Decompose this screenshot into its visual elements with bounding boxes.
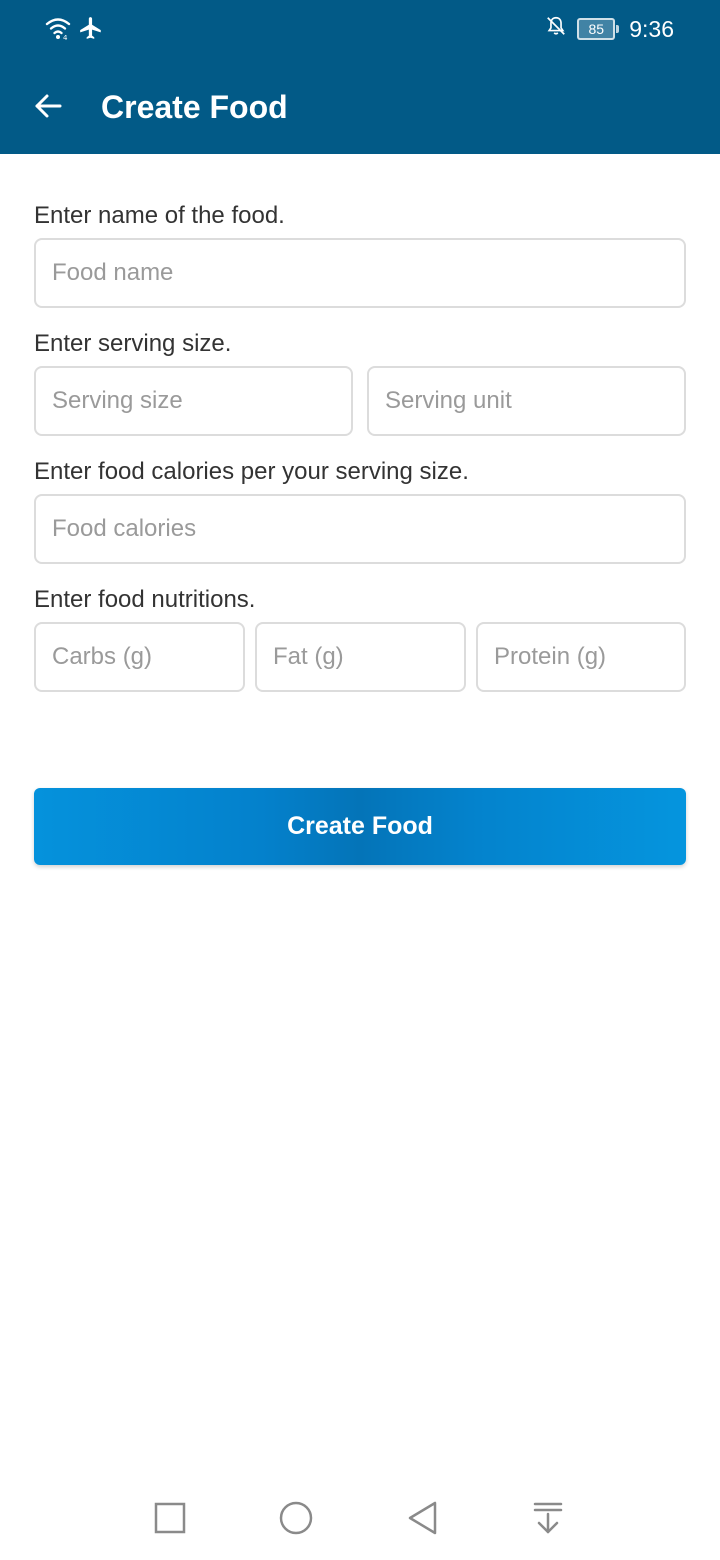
arrow-left-icon — [32, 90, 64, 127]
food-nutritions-label: Enter food nutritions. — [34, 586, 256, 613]
toolbar: Create Food — [0, 60, 720, 154]
home-icon — [278, 1500, 314, 1541]
app-bar: 4 85 9:36 Create Food — [0, 0, 720, 154]
svg-text:4: 4 — [63, 34, 68, 42]
notifications-off-icon — [545, 14, 567, 44]
create-food-button[interactable]: Create Food — [34, 788, 686, 865]
page-title: Create Food — [101, 89, 288, 125]
status-time: 9:36 — [629, 15, 674, 42]
status-left-icons: 4 — [44, 14, 104, 47]
protein-input[interactable] — [476, 622, 686, 692]
recent-apps-icon — [153, 1501, 187, 1540]
serving-size-input[interactable] — [34, 366, 353, 436]
status-bar: 4 85 9:36 — [0, 0, 720, 60]
back-triangle-icon — [405, 1500, 439, 1541]
home-button[interactable] — [274, 1498, 318, 1542]
food-name-input[interactable] — [34, 238, 686, 308]
nav-back-button[interactable] — [400, 1498, 444, 1542]
notification-shade-button[interactable] — [526, 1498, 570, 1542]
fat-input[interactable] — [255, 622, 466, 692]
serving-size-label: Enter serving size. — [34, 330, 232, 357]
status-right-icons: 85 9:36 — [545, 14, 674, 44]
battery-icon: 85 — [577, 18, 620, 40]
airplane-mode-icon — [78, 15, 104, 46]
notification-shade-icon — [531, 1500, 565, 1541]
battery-tip — [616, 25, 620, 33]
recent-apps-button[interactable] — [148, 1498, 192, 1542]
back-button[interactable] — [22, 82, 74, 134]
food-name-label: Enter name of the food. — [34, 202, 285, 229]
wifi-icon: 4 — [44, 14, 72, 47]
battery-level: 85 — [577, 18, 616, 40]
serving-unit-input[interactable] — [367, 366, 686, 436]
food-calories-input[interactable] — [34, 494, 686, 564]
system-nav-bar — [0, 1480, 720, 1560]
carbs-input[interactable] — [34, 622, 245, 692]
food-calories-label: Enter food calories per your serving siz… — [34, 458, 469, 485]
